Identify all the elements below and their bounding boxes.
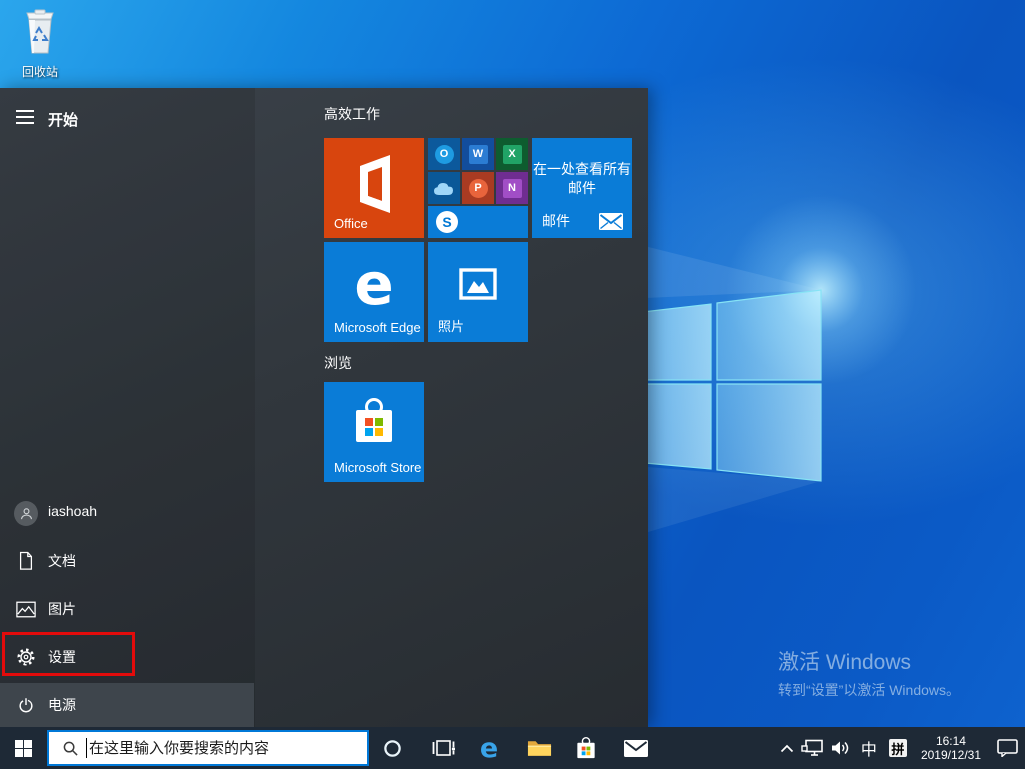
folder-icon xyxy=(527,741,551,756)
taskbar-store-button[interactable] xyxy=(572,727,600,769)
tile-section-browse: 浏览 xyxy=(324,355,352,371)
store-tile-label: Microsoft Store xyxy=(334,460,422,475)
photos-tile-label: 照片 xyxy=(438,319,465,334)
mail-caption-line1: 在一处查看所有 xyxy=(533,161,631,177)
picture-icon xyxy=(14,597,38,621)
settings-label: 设置 xyxy=(48,649,76,665)
tile-microsoft-store[interactable]: Microsoft Store xyxy=(324,382,424,482)
tile-section-productivity: 高效工作 xyxy=(324,106,380,122)
tile-onenote[interactable]: N xyxy=(496,172,528,204)
watermark-subtitle: 转到“设置”以激活 Windows。 xyxy=(778,682,961,698)
office-tile-label: Office xyxy=(334,216,368,231)
tile-mail[interactable]: 在一处查看所有 邮件 邮件 xyxy=(532,138,632,238)
tile-onedrive[interactable] xyxy=(428,172,460,204)
mail-tile-label: 邮件 xyxy=(542,213,570,229)
chevron-up-icon xyxy=(780,744,794,752)
cortana-button[interactable] xyxy=(378,727,406,769)
taskbar: e xyxy=(0,727,1025,769)
mail-tile-caption: 在一处查看所有 邮件 xyxy=(532,160,632,198)
tile-photos[interactable]: 照片 xyxy=(428,242,528,342)
tile-powerpoint[interactable]: P xyxy=(462,172,494,204)
search-input[interactable] xyxy=(89,739,367,757)
outlook-icon: O xyxy=(434,144,454,164)
desktop: 回收站 激活 Windows 转到“设置”以激活 Windows。 开始 ias… xyxy=(0,0,1025,769)
ethernet-icon xyxy=(801,739,824,756)
powerpoint-icon: P xyxy=(468,178,488,198)
sidebar-item-documents[interactable]: 文档 xyxy=(0,539,254,583)
tile-office[interactable]: Office xyxy=(324,138,424,238)
file-explorer-button[interactable] xyxy=(525,727,553,769)
office-logo-icon xyxy=(360,155,390,213)
ime-pinyin-icon: 拼 xyxy=(888,739,907,757)
sidebar-item-user[interactable]: iashoah xyxy=(0,491,254,535)
activation-watermark: 激活 Windows 转到“设置”以激活 Windows。 xyxy=(778,646,960,700)
start-menu: 开始 iashoah 文档 图片 设置 电源 高效工作 Office O W X… xyxy=(0,88,648,727)
document-icon xyxy=(14,549,38,573)
mail-caption-line2: 邮件 xyxy=(568,180,596,196)
magnifier-icon xyxy=(63,741,78,756)
tile-microsoft-edge[interactable]: e Microsoft Edge xyxy=(324,242,424,342)
watermark-title: 激活 Windows xyxy=(778,651,912,674)
system-tray: 中 拼 16:14 2019/12/31 xyxy=(775,727,1025,769)
skype-icon: S xyxy=(436,211,458,233)
volume-status[interactable] xyxy=(827,727,855,769)
envelope-icon xyxy=(624,739,648,757)
clock-date: 2019/12/31 xyxy=(920,748,981,762)
edge-e-icon: e xyxy=(354,250,394,318)
windows-logo-icon xyxy=(14,739,32,757)
tray-chevron-button[interactable] xyxy=(775,727,799,769)
hamburger-menu-icon[interactable] xyxy=(16,110,34,124)
recycle-bin-icon xyxy=(26,9,54,54)
shopping-bag-icon xyxy=(577,736,595,758)
photos-icon xyxy=(459,268,497,300)
avatar xyxy=(14,500,38,526)
task-view-icon xyxy=(432,739,455,756)
action-center-icon xyxy=(996,739,1018,757)
tile-outlook[interactable]: O xyxy=(428,138,460,170)
cortana-ring-icon xyxy=(383,739,401,757)
pictures-label: 图片 xyxy=(48,601,76,617)
action-center-button[interactable] xyxy=(989,727,1025,769)
user-name: iashoah xyxy=(48,503,98,519)
network-status[interactable] xyxy=(799,727,827,769)
sidebar-item-power[interactable]: 电源 xyxy=(0,683,254,727)
power-label: 电源 xyxy=(48,697,76,713)
power-icon xyxy=(14,693,38,717)
recycle-bin-label: 回收站 xyxy=(21,65,58,79)
taskbar-mail-button[interactable] xyxy=(621,727,651,769)
onenote-icon: N xyxy=(502,178,522,198)
clock-time: 16:14 xyxy=(935,734,966,748)
onedrive-cloud-icon xyxy=(434,183,453,195)
tile-excel[interactable]: X xyxy=(496,138,528,170)
gear-icon xyxy=(14,645,38,669)
documents-label: 文档 xyxy=(48,553,76,569)
word-icon: W xyxy=(468,144,488,164)
start-menu-title: 开始 xyxy=(48,112,79,129)
excel-icon: X xyxy=(502,144,522,164)
sidebar-item-pictures[interactable]: 图片 xyxy=(0,587,254,631)
start-menu-header: 开始 xyxy=(0,98,255,138)
task-view-button[interactable] xyxy=(429,727,457,769)
ime-language-indicator[interactable]: 中 xyxy=(855,727,883,769)
start-menu-rail xyxy=(0,88,255,727)
tile-word[interactable]: W xyxy=(462,138,494,170)
store-bag-icon xyxy=(356,398,392,442)
taskbar-edge-button[interactable]: e xyxy=(475,727,503,769)
taskbar-search[interactable] xyxy=(47,730,369,766)
clock[interactable]: 16:14 2019/12/31 xyxy=(913,727,989,769)
recycle-bin-shortcut[interactable]: 回收站 xyxy=(12,8,68,80)
ime-mode-button[interactable]: 拼 xyxy=(883,727,913,769)
envelope-icon xyxy=(599,213,623,230)
speaker-icon xyxy=(831,741,849,755)
tile-skype[interactable]: S xyxy=(428,206,528,238)
sidebar-item-settings[interactable]: 设置 xyxy=(0,635,254,679)
start-button[interactable] xyxy=(10,727,36,769)
text-cursor xyxy=(86,738,87,758)
tile-group-office-apps: O W X P N S xyxy=(428,138,528,238)
edge-tile-label: Microsoft Edge xyxy=(334,320,421,335)
